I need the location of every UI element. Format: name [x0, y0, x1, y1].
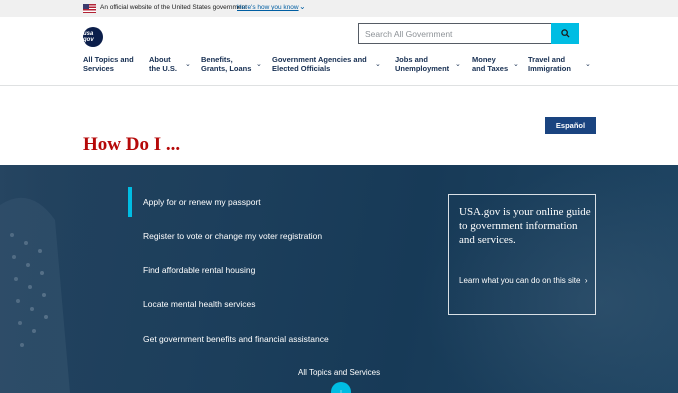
chevron-down-icon[interactable]: ⌄	[585, 60, 591, 68]
active-link-indicator	[128, 187, 132, 217]
official-banner: An official website of the United States…	[0, 0, 678, 17]
link-voter-registration[interactable]: Register to vote or change my voter regi…	[143, 231, 322, 241]
arrow-down-icon: ↓	[338, 387, 344, 393]
nav-item-benefits[interactable]: Benefits, Grants, Loans	[201, 55, 251, 73]
chevron-down-icon[interactable]: ⌄	[455, 60, 461, 68]
search-button[interactable]	[551, 23, 579, 44]
nav-label-line2: and Taxes	[472, 64, 509, 73]
info-heading: USA.gov is your online guide to governme…	[459, 206, 591, 246]
main-nav: All Topics and Services About the U.S. ⌄…	[0, 55, 678, 85]
heres-how-you-know-link[interactable]: Here's how you know	[237, 4, 299, 11]
nav-label-line1: All Topics and	[83, 55, 134, 64]
page-title: How Do I ...	[83, 134, 181, 155]
chevron-down-icon[interactable]: ⌄	[299, 2, 306, 11]
nav-label-line2: Immigration	[528, 64, 571, 73]
search-input[interactable]	[358, 23, 551, 44]
link-passport[interactable]: Apply for or renew my passport	[143, 197, 261, 207]
learn-more-label: Learn what you can do on this site	[459, 276, 581, 285]
banner-text: An official website of the United States…	[100, 4, 247, 11]
nav-label-line1: Government Agencies and	[272, 55, 367, 64]
nav-item-money[interactable]: Money and Taxes	[472, 55, 508, 73]
chevron-right-icon: ›	[582, 276, 588, 285]
chevron-down-icon[interactable]: ⌄	[185, 60, 191, 68]
nav-item-about[interactable]: About the U.S.	[149, 55, 177, 73]
chevron-down-icon[interactable]: ⌄	[256, 60, 262, 68]
search-icon	[560, 29, 570, 38]
link-government-benefits[interactable]: Get government benefits and financial as…	[143, 334, 329, 344]
nav-label-line2: the U.S.	[149, 64, 177, 73]
nav-label-line1: Jobs and	[395, 55, 428, 64]
link-rental-housing[interactable]: Find affordable rental housing	[143, 265, 255, 275]
nav-divider	[0, 85, 678, 86]
flag-background-image	[0, 165, 120, 393]
nav-item-all-topics[interactable]: All Topics and Services	[83, 55, 134, 73]
nav-label-line1: Money	[472, 55, 496, 64]
usagov-logo[interactable]: usa gov	[83, 27, 103, 47]
learn-more-link[interactable]: Learn what you can do on this site ›	[459, 274, 591, 287]
nav-label-line2: Unemployment	[395, 64, 450, 73]
nav-item-travel[interactable]: Travel and Immigration	[528, 55, 571, 73]
nav-item-government-agencies[interactable]: Government Agencies and Elected Official…	[272, 55, 367, 73]
hero-section: Apply for or renew my passport Register …	[0, 165, 678, 393]
nav-label-line1: About	[149, 55, 171, 64]
scroll-down-button[interactable]: ↓	[331, 382, 351, 393]
us-flag-icon	[83, 4, 96, 13]
chevron-down-icon[interactable]: ⌄	[375, 60, 381, 68]
all-topics-link[interactable]: All Topics and Services	[298, 368, 380, 377]
nav-item-jobs[interactable]: Jobs and Unemployment	[395, 55, 449, 73]
nav-label-line1: Travel and	[528, 55, 566, 64]
nav-label-line1: Benefits,	[201, 55, 233, 64]
espanol-button[interactable]: Español	[545, 117, 596, 134]
nav-label-line2: Grants, Loans	[201, 64, 252, 73]
chevron-down-icon[interactable]: ⌄	[513, 60, 519, 68]
link-mental-health[interactable]: Locate mental health services	[143, 299, 255, 309]
nav-label-line2: Services	[83, 64, 114, 73]
info-box: USA.gov is your online guide to governme…	[448, 194, 596, 315]
nav-label-line2: Elected Officials	[272, 64, 331, 73]
